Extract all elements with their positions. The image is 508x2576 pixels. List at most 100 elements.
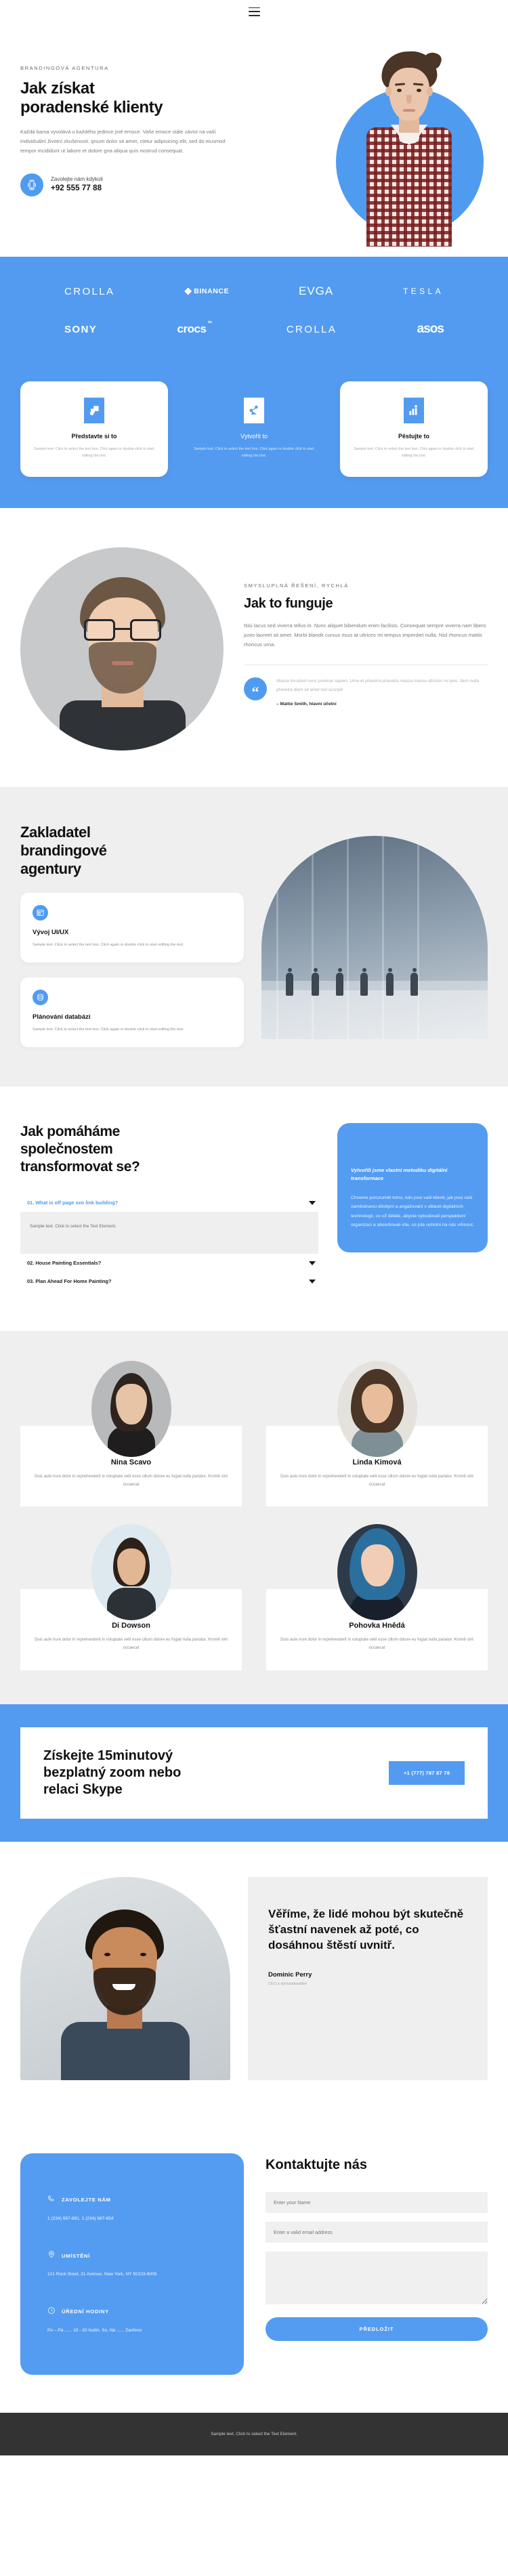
accordion-label: 01. What is off page seo link building? [27, 1200, 119, 1206]
founder-title-line1: Zakladatel [20, 824, 91, 841]
logo-evga: EVGA [298, 284, 334, 297]
hero-copy: BRANDINGOVÁ AGENTURA Jak získat poradens… [20, 65, 244, 196]
clock-icon [47, 2306, 56, 2318]
feature-card-title: Vytvořit to [240, 433, 268, 440]
logo-binance: BINANCE [184, 284, 229, 299]
founder-card-title: Plánování databází [33, 1013, 91, 1021]
how-eyebrow: SMYSLUPLNÁ ŘEŠENÍ, RYCHLÁ [244, 583, 349, 589]
team-member-bio: Duis aute irure dolor in reprehenderit i… [280, 1638, 473, 1651]
testimonial-text: Massa tincidunt nunc pulvinar sapien. Ur… [276, 679, 480, 692]
faq-aside-title: Vytvořili jsme vlastní metodiku digitáln… [351, 1166, 448, 1181]
logo-tesla: TESLA [402, 287, 444, 296]
accordion-header[interactable]: 03. Plan Ahead For Home Painting? [20, 1272, 318, 1290]
feature-card-title: Představte si to [71, 433, 117, 440]
how-it-works-photo [20, 547, 224, 751]
founder-section: Zakladatel brandingové agentury Vývoj UI… [0, 787, 508, 1086]
accordion-header[interactable]: 02. House Painting Essentials? [20, 1254, 318, 1272]
testimonial-author: – Mattie Smith, hlavní účetní [276, 701, 337, 706]
growth-chart-icon [404, 398, 424, 423]
team-member-name: Di Dowson [112, 1622, 150, 1630]
hamburger-menu-icon[interactable] [248, 7, 260, 16]
hero-section: BRANDINGOVÁ AGENTURA Jak získat poradens… [0, 23, 508, 257]
accordion-item-1[interactable]: 01. What is off page seo link building? … [20, 1194, 318, 1254]
faq-title-line3: transformovat se? [20, 1159, 140, 1175]
belief-photo [20, 1876, 230, 2080]
quotation-mark-icon: “ [244, 677, 267, 701]
chevron-down-icon[interactable] [309, 1279, 316, 1284]
database-icon [33, 990, 48, 1006]
accordion-item-3[interactable]: 03. Plan Ahead For Home Painting? [20, 1272, 318, 1290]
belief-author-role: CEO a spoluzakladatel [268, 1981, 307, 1986]
contact-item-location: UMÍSTĚNÍ 121 Rock Sreet, 21 Avenue, New … [47, 2250, 217, 2279]
founder-card-body: Sample text. Click to select the text bo… [33, 1028, 184, 1032]
cta-title-line3: relaci Skype [43, 1781, 123, 1797]
feature-card-body: Sample text. Click to select the text bo… [194, 447, 314, 458]
accordion-item-2[interactable]: 02. House Painting Essentials? [20, 1254, 318, 1272]
team-member-bio: Duis aute irure dolor in reprehenderit i… [35, 1638, 228, 1651]
accordion-body-text: Sample text. Click to select the Text El… [30, 1224, 117, 1229]
page-title: Jak získat poradenské klienty [20, 79, 244, 118]
team-member-card[interactable]: Di Dowson Duis aute irure dolor in repre… [20, 1524, 242, 1670]
feature-cards: Představte si to Sample text. Click to s… [20, 381, 488, 477]
ui-layout-icon [33, 905, 48, 921]
belief-section: Věříme, že lidé mohou být skutečně šťast… [0, 1841, 508, 2119]
footer-text: Sample text. Click to select the Text El… [211, 2432, 297, 2437]
founder-card-database[interactable]: Plánování databází Sample text. Click to… [20, 977, 244, 1047]
cta-section: Získejte 15minutový bezplatný zoom nebo … [0, 1704, 508, 1842]
feature-card-grow[interactable]: Pěstujte to Sample text. Click to select… [340, 381, 488, 477]
chevron-down-icon[interactable] [309, 1261, 316, 1265]
cta-title-line2: bezplatný zoom nebo [43, 1765, 182, 1780]
contact-item-hours: ÚŘEDNÍ HODINY Po – Pá ...... 10 - 20 hod… [47, 2306, 217, 2335]
contact-info-card: ZAVOLEJTE NÁM 1 (234) 567-891, 1 (234) 9… [20, 2153, 244, 2376]
faq-aside-card: Vytvořili jsme vlastní metodiku digitáln… [337, 1122, 488, 1253]
faq-title-line1: Jak pomáháme [20, 1123, 120, 1139]
contact-item-phone: ZAVOLEJTE NÁM 1 (234) 567-891, 1 (234) 9… [47, 2194, 217, 2223]
team-member-bio: Duis aute irure dolor in reprehenderit i… [280, 1475, 473, 1487]
founder-card-uiux[interactable]: Vývoj UI/UX Sample text. Click to select… [20, 893, 244, 963]
team-member-name: Linda Kimová [352, 1458, 402, 1467]
binance-diamond-icon [184, 287, 192, 295]
logo-crolla: CROLLA [64, 285, 115, 297]
hero-call-number[interactable]: +92 555 77 88 [51, 184, 103, 194]
team-member-name: Pohovka Hnědá [349, 1622, 405, 1630]
team-grid: Nina Scavo Duis aute irure dolor in repr… [20, 1361, 488, 1670]
hero-title-line1: Jak získat [20, 79, 95, 98]
node-network-icon [244, 398, 264, 423]
hero-call-text: Zavolejte nám kdykoli +92 555 77 88 [51, 176, 103, 194]
feature-card-imagine[interactable]: Představte si to Sample text. Click to s… [20, 381, 168, 477]
submit-button[interactable]: PŘEDLOŽIT [266, 2317, 488, 2341]
email-field[interactable] [266, 2221, 488, 2243]
belief-quote: Věříme, že lidé mohou být skutečně šťast… [268, 1907, 464, 1951]
team-member-name: Nina Scavo [110, 1458, 152, 1467]
logo-crocs: crocs tm [177, 320, 212, 335]
feature-card-body: Sample text. Click to select the text bo… [34, 447, 154, 458]
avatar [91, 1524, 171, 1621]
feature-card-body: Sample text. Click to select the text bo… [354, 447, 474, 458]
feature-cards-section: Představte si to Sample text. Click to s… [0, 379, 508, 508]
cta-phone-button[interactable]: +1 (777) 787 87 78 [389, 1760, 465, 1785]
team-member-card[interactable]: Pohovka Hnědá Duis aute irure dolor in r… [266, 1524, 488, 1670]
feature-card-create[interactable]: Vytvořit to Sample text. Click to select… [180, 381, 328, 477]
logo-row-2: SONY crocs tm CROLLA asos [64, 320, 444, 337]
team-member-card[interactable]: Linda Kimová Duis aute irure dolor in re… [266, 1361, 488, 1507]
faq-title-line2: společnostem [20, 1141, 113, 1157]
hero-call-block[interactable]: Zavolejte nám kdykoli +92 555 77 88 [20, 173, 244, 196]
contact-section: ZAVOLEJTE NÁM 1 (234) 567-891, 1 (234) 9… [0, 2119, 508, 2413]
site-footer: Sample text. Click to select the Text El… [0, 2413, 508, 2456]
team-member-card[interactable]: Nina Scavo Duis aute irure dolor in repr… [20, 1361, 242, 1507]
contact-form-title: Kontaktujte nás [266, 2157, 368, 2172]
founder-title: Zakladatel brandingové agentury [20, 824, 244, 878]
faq-aside-body: Chceme porozumět tomu, kdo jsou vaši kli… [351, 1196, 474, 1227]
hero-title-line2: poradenské klienty [20, 98, 163, 117]
contact-label: UMÍSTĚNÍ [62, 2252, 90, 2259]
accordion-header[interactable]: 01. What is off page seo link building? [20, 1194, 318, 1212]
contact-value: 1 (234) 567-891, 1 (234) 987-654 [47, 2216, 114, 2221]
message-field[interactable] [266, 2251, 488, 2304]
testimonial: “ Massa tincidunt nunc pulvinar sapien. … [244, 677, 488, 706]
team-section: Nina Scavo Duis aute irure dolor in repr… [0, 1331, 508, 1704]
logo-crolla-2: CROLLA [286, 323, 337, 335]
name-field[interactable] [266, 2191, 488, 2213]
chevron-down-icon[interactable] [309, 1200, 316, 1205]
belief-author-name: Dominic Perry [268, 1970, 312, 1979]
contact-value: 121 Rock Sreet, 21 Avenue, New York, NY … [47, 2272, 157, 2277]
